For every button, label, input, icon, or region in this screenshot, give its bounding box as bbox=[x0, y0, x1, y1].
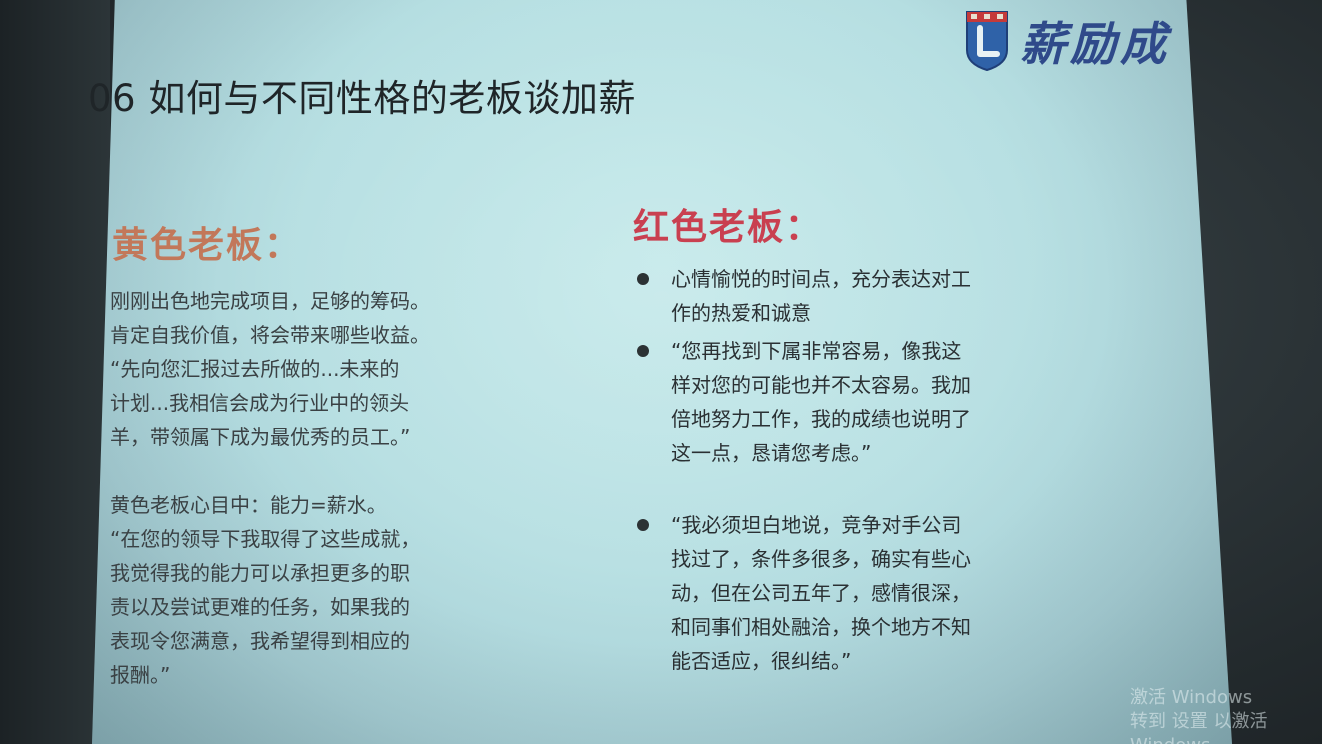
yellow-line: 羊，带领属下成为最优秀的员工。” bbox=[110, 425, 411, 449]
bullet-line: 找过了，条件多很多，确实有些心 bbox=[671, 547, 971, 571]
yellow-line: 刚刚出色地完成项目，足够的筹码。 bbox=[110, 289, 430, 313]
yellow-line: 我觉得我的能力可以承担更多的职 bbox=[110, 561, 410, 585]
watermark-line: 转到 设置 以激活 Windows bbox=[1130, 711, 1268, 744]
bullet-dot-icon bbox=[637, 273, 649, 285]
slide-title: 06 如何与不同性格的老板谈加薪 bbox=[88, 77, 636, 120]
bullet-line: 倍地努力工作，我的成绩也说明了 bbox=[671, 407, 971, 431]
bullet-dot-icon bbox=[637, 345, 649, 357]
yellow-line: 表现令您满意，我希望得到相应的 bbox=[110, 629, 410, 653]
red-boss-bullets: 心情愉悦的时间点，充分表达对工 作的热爱和诚意 “您再找到下属非常容易，像我这 … bbox=[633, 262, 1013, 682]
yellow-boss-heading: 黄色老板： bbox=[112, 225, 303, 266]
activation-watermark: 激活 Windows 转到 设置 以激活 Windows bbox=[1130, 686, 1322, 744]
bullet-line: 动，但在公司五年了，感情很深， bbox=[671, 581, 971, 605]
photo-scene: 薪励成 06 如何与不同性格的老板谈加薪 黄色老板： 刚刚出色地完成项目，足够的… bbox=[0, 0, 1322, 744]
yellow-line: 责以及尝试更难的任务，如果我的 bbox=[110, 595, 410, 619]
bullet-line: 和同事们相处融洽，换个地方不知 bbox=[671, 615, 971, 639]
yellow-line: “先向您汇报过去所做的...未来的 bbox=[110, 357, 400, 381]
bullet-line: 能否适应，很纠结。” bbox=[671, 649, 852, 673]
yellow-line: 黄色老板心目中：能力=薪水。 bbox=[110, 493, 387, 517]
bullet-item: 心情愉悦的时间点，充分表达对工 作的热爱和诚意 bbox=[633, 262, 1013, 330]
bullet-line: “您再找到下属非常容易，像我这 bbox=[671, 339, 962, 363]
bullet-item: “您再找到下属非常容易，像我这 样对您的可能也并不太容易。我加 倍地努力工作，我… bbox=[633, 334, 1013, 470]
brand-logo: 薪励成 bbox=[964, 8, 1170, 74]
bullet-item: “我必须坦白地说，竞争对手公司 找过了，条件多很多，确实有些心 动，但在公司五年… bbox=[633, 508, 1013, 678]
red-boss-heading: 红色老板： bbox=[633, 207, 824, 248]
yellow-boss-text: 刚刚出色地完成项目，足够的筹码。 肯定自我价值，将会带来哪些收益。 “先向您汇报… bbox=[110, 284, 510, 692]
bullet-line: 心情愉悦的时间点，充分表达对工 bbox=[671, 267, 971, 291]
yellow-line: 计划...我相信会成为行业中的领头 bbox=[110, 391, 410, 415]
yellow-line: 肯定自我价值，将会带来哪些收益。 bbox=[110, 323, 430, 347]
watermark-line: 激活 Windows bbox=[1130, 687, 1253, 708]
yellow-line: “在您的领导下我取得了这些成就， bbox=[110, 527, 421, 551]
bullet-line: 样对您的可能也并不太容易。我加 bbox=[671, 373, 971, 397]
bullet-dot-icon bbox=[637, 519, 649, 531]
shield-logo-icon bbox=[966, 11, 1008, 72]
bullet-line: “我必须坦白地说，竞争对手公司 bbox=[671, 513, 962, 537]
bullet-line: 作的热爱和诚意 bbox=[671, 301, 811, 325]
yellow-line: 报酬。” bbox=[110, 663, 171, 687]
bullet-line: 这一点，恳请您考虑。” bbox=[671, 441, 872, 465]
brand-logo-text: 薪励成 bbox=[1020, 17, 1170, 71]
